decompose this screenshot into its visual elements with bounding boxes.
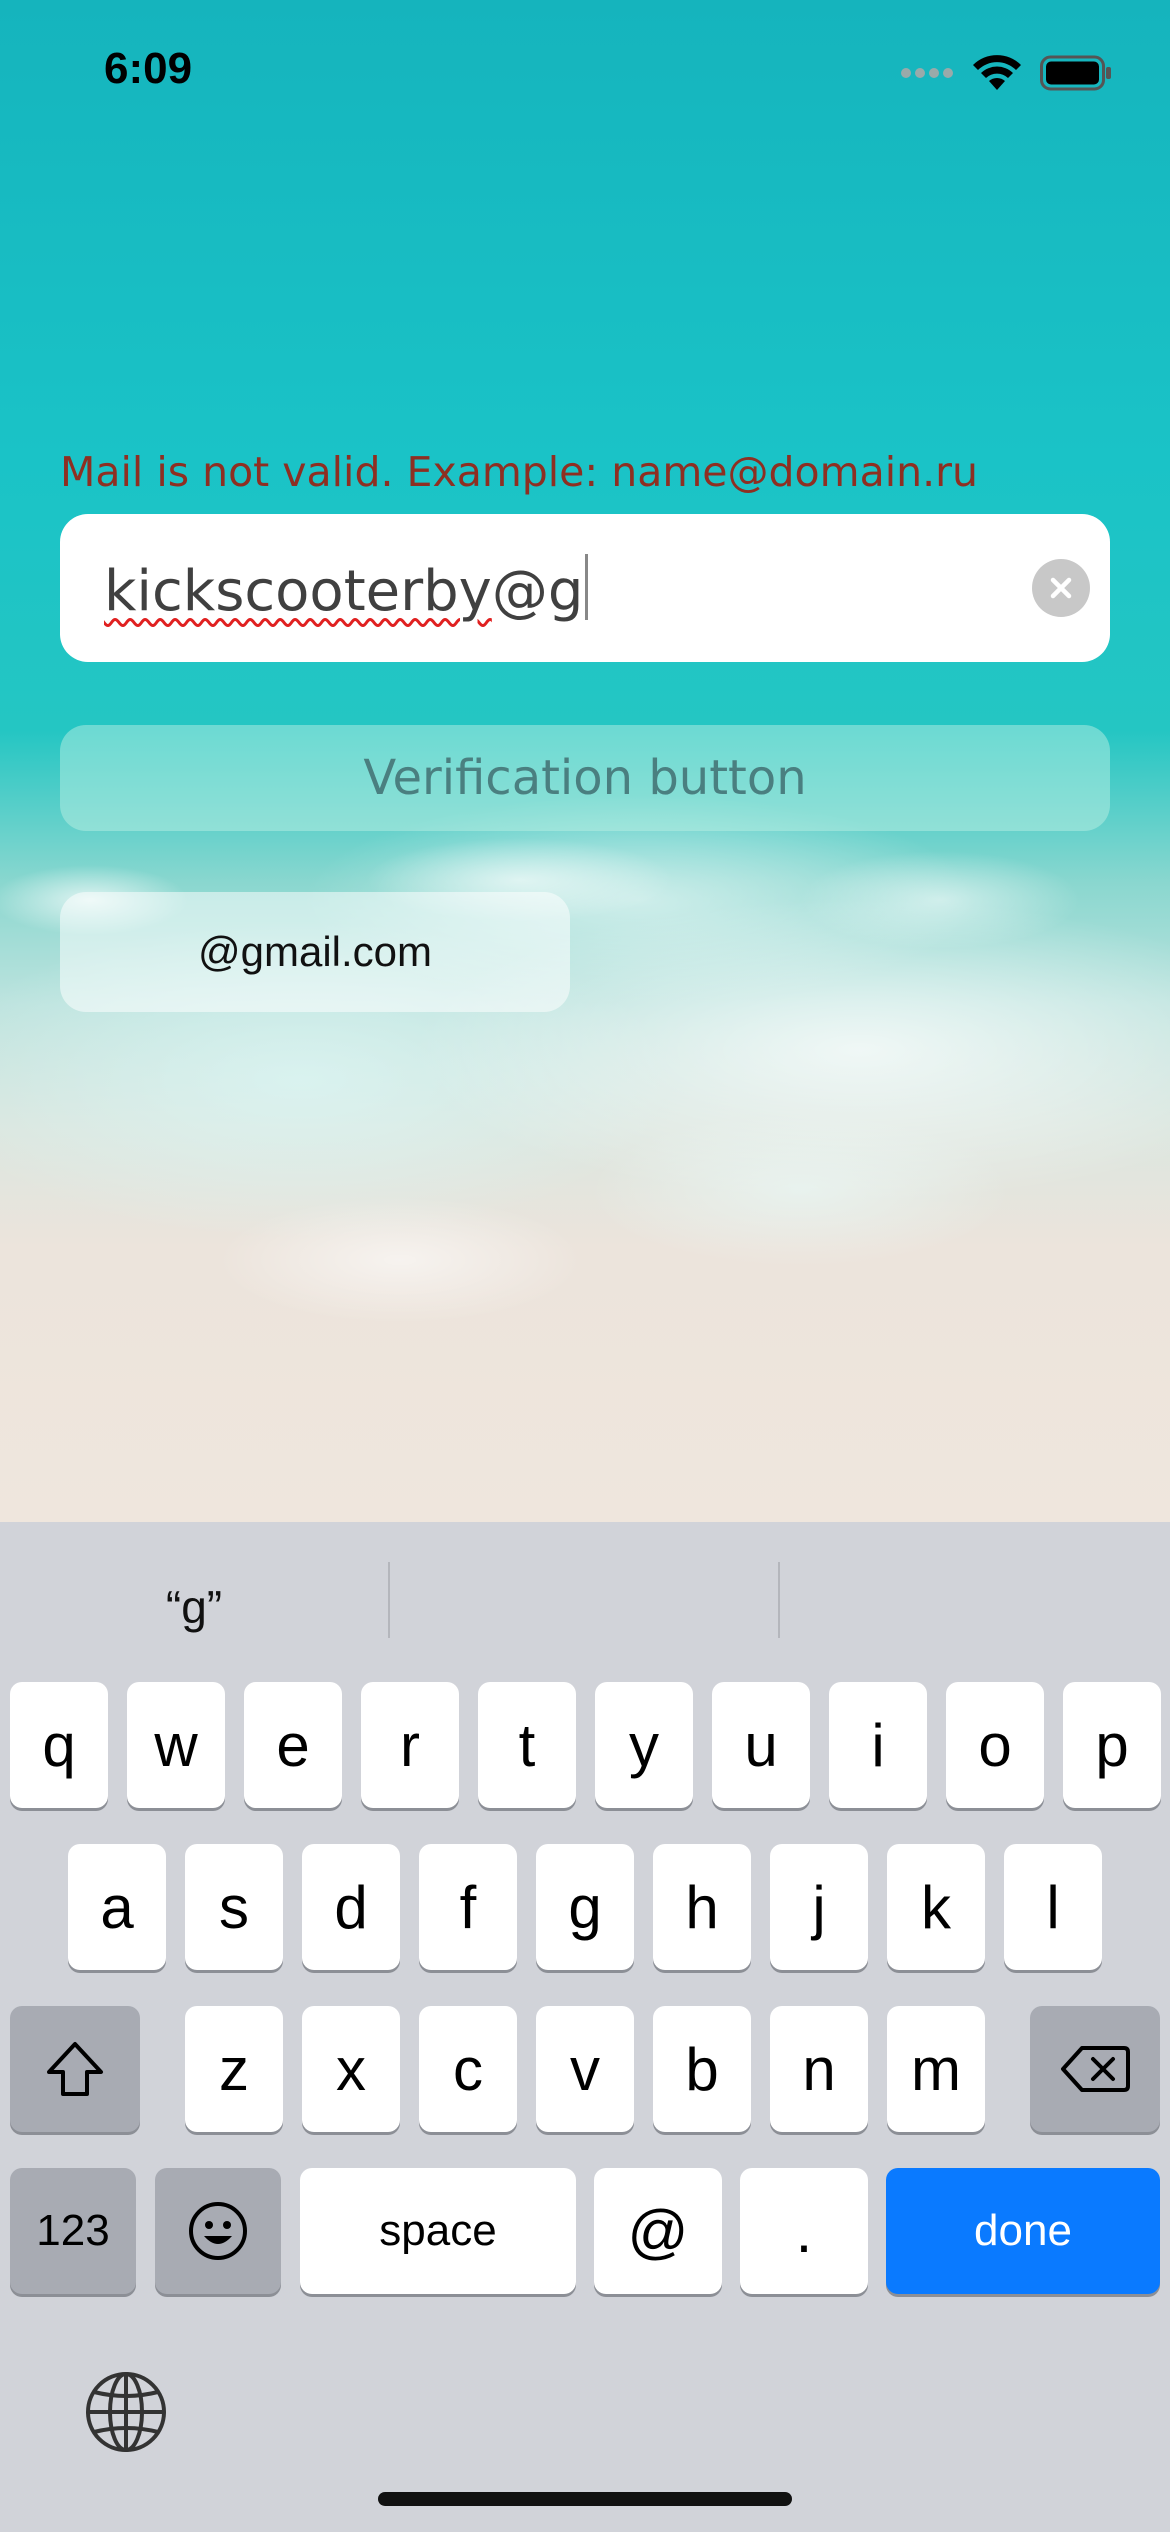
key-m[interactable]: m [887, 2006, 985, 2132]
key-g[interactable]: g [536, 1844, 634, 1970]
prediction-bar: “g” [0, 1522, 1170, 1672]
key-y[interactable]: y [595, 1682, 693, 1808]
keyboard: “g” q w e r t y u i o p a s d f g h j k … [0, 1522, 1170, 2532]
email-error-message: Mail is not valid. Example: name@domain.… [60, 448, 978, 496]
key-e[interactable]: e [244, 1682, 342, 1808]
space-key[interactable]: space [300, 2168, 576, 2294]
delete-key[interactable] [1030, 2006, 1160, 2132]
key-h[interactable]: h [653, 1844, 751, 1970]
clear-text-button[interactable] [1032, 559, 1090, 617]
key-x[interactable]: x [302, 2006, 400, 2132]
verification-button[interactable]: Verification button [60, 725, 1110, 831]
email-value-rest: @g [491, 559, 584, 624]
shift-icon [47, 2042, 103, 2096]
globe-button[interactable] [84, 2370, 168, 2454]
key-n[interactable]: n [770, 2006, 868, 2132]
key-l[interactable]: l [1004, 1844, 1102, 1970]
key-c[interactable]: c [419, 2006, 517, 2132]
prediction-divider [778, 1562, 780, 1638]
key-w[interactable]: w [127, 1682, 225, 1808]
wifi-icon [973, 55, 1021, 90]
at-key[interactable]: @ [594, 2168, 722, 2294]
key-i[interactable]: i [829, 1682, 927, 1808]
email-input-value[interactable]: kickscooterby@g [104, 554, 589, 624]
key-f[interactable]: f [419, 1844, 517, 1970]
home-indicator [378, 2492, 792, 2506]
email-field[interactable]: kickscooterby@g [60, 514, 1110, 662]
email-domain-suggestion[interactable]: @gmail.com [60, 892, 570, 1012]
cellular-signal-icon [901, 68, 953, 78]
email-value-misspelled: kickscooterby [104, 559, 492, 624]
emoji-icon [189, 2202, 247, 2260]
status-icons [900, 54, 1112, 92]
key-b[interactable]: b [653, 2006, 751, 2132]
wave-foam [0, 740, 1170, 1500]
dot-key[interactable]: . [740, 2168, 868, 2294]
numbers-key[interactable]: 123 [10, 2168, 136, 2294]
clear-icon [1050, 577, 1072, 599]
key-k[interactable]: k [887, 1844, 985, 1970]
key-q[interactable]: q [10, 1682, 108, 1808]
key-j[interactable]: j [770, 1844, 868, 1970]
text-caret [585, 554, 589, 620]
key-z[interactable]: z [185, 2006, 283, 2132]
battery-icon [1040, 55, 1111, 91]
key-p[interactable]: p [1063, 1682, 1161, 1808]
prediction-divider [388, 1562, 390, 1638]
key-r[interactable]: r [361, 1682, 459, 1808]
delete-icon [1061, 2046, 1130, 2092]
key-t[interactable]: t [478, 1682, 576, 1808]
emoji-key[interactable] [155, 2168, 281, 2294]
key-s[interactable]: s [185, 1844, 283, 1970]
key-a[interactable]: a [68, 1844, 166, 1970]
key-o[interactable]: o [946, 1682, 1044, 1808]
key-v[interactable]: v [536, 2006, 634, 2132]
globe-icon [86, 2372, 166, 2452]
prediction-item-1[interactable]: “g” [0, 1580, 388, 1634]
status-time: 6:09 [104, 44, 193, 93]
done-key[interactable]: done [886, 2168, 1160, 2294]
shift-key[interactable] [10, 2006, 140, 2132]
key-d[interactable]: d [302, 1844, 400, 1970]
key-u[interactable]: u [712, 1682, 810, 1808]
